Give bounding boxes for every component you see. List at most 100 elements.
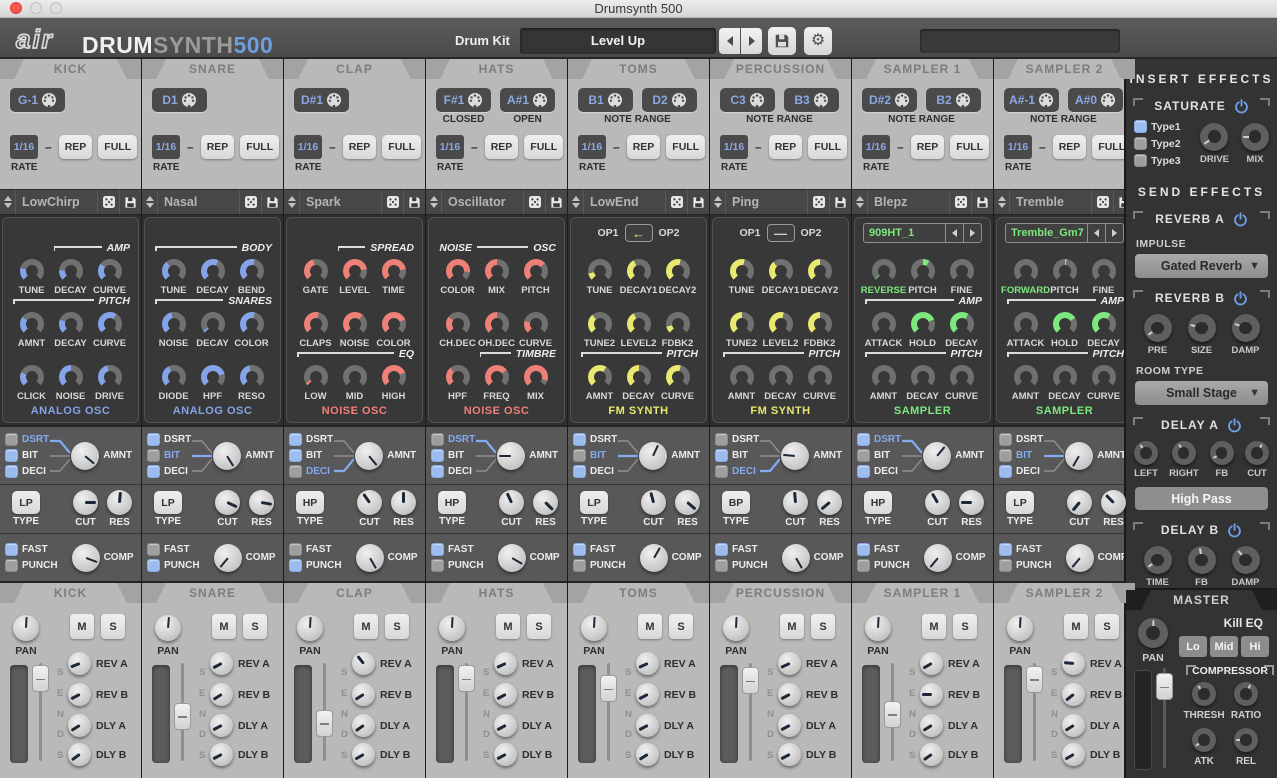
comp-knob[interactable] <box>498 544 526 572</box>
repeat-button[interactable]: REP <box>485 135 519 159</box>
punch-checkbox[interactable] <box>573 559 586 572</box>
full-button[interactable]: FULL <box>950 135 989 159</box>
deci-checkbox[interactable] <box>999 465 1012 478</box>
preset-name[interactable]: Spark <box>300 195 381 209</box>
send-reverb-b-knob[interactable] <box>778 683 801 706</box>
knob-fine[interactable] <box>950 259 974 283</box>
pan-knob[interactable] <box>865 615 891 641</box>
knob-hold[interactable] <box>911 312 935 336</box>
sample-prev-button[interactable] <box>1087 224 1105 242</box>
send-delay-a-knob[interactable] <box>1062 714 1085 737</box>
solo-button[interactable]: S <box>1095 614 1119 639</box>
filter-resonance-knob[interactable] <box>1101 490 1126 515</box>
knob-color[interactable] <box>446 259 470 283</box>
deci-checkbox[interactable] <box>147 465 160 478</box>
send-reverb-a-knob[interactable] <box>494 652 517 675</box>
send-delay-b-knob[interactable] <box>494 743 517 766</box>
preset-name[interactable]: LowChirp <box>16 195 97 209</box>
op-routing-button[interactable]: ← <box>625 224 653 242</box>
filter-cutoff-knob[interactable] <box>1067 490 1092 515</box>
knob-curve[interactable] <box>950 365 974 389</box>
repeat-button[interactable]: REP <box>1053 135 1087 159</box>
knob-decay[interactable] <box>59 259 83 283</box>
send-delay-a-knob[interactable] <box>210 714 233 737</box>
randomize-button[interactable] <box>97 190 119 214</box>
repeat-button[interactable]: REP <box>627 135 661 159</box>
rate-value-box[interactable]: 1/16 <box>152 135 180 159</box>
master-fader-handle[interactable] <box>1156 673 1173 700</box>
rate-value-box[interactable]: 1/16 <box>294 135 322 159</box>
comp-knob[interactable] <box>214 544 242 572</box>
settings-button[interactable]: ⚙ <box>804 27 832 55</box>
save-preset-button[interactable] <box>261 190 283 214</box>
knob-level[interactable] <box>343 259 367 283</box>
deci-checkbox[interactable] <box>5 465 18 478</box>
dsrt-checkbox[interactable] <box>999 433 1012 446</box>
send-reverb-b-knob[interactable] <box>68 683 91 706</box>
preset-spinner[interactable] <box>852 190 868 214</box>
save-preset-button[interactable] <box>119 190 141 214</box>
knob-decay2[interactable] <box>808 259 832 283</box>
randomize-button[interactable] <box>1091 190 1113 214</box>
deci-checkbox[interactable] <box>431 465 444 478</box>
knob-pitch[interactable] <box>1053 259 1077 283</box>
full-button[interactable]: FULL <box>808 135 847 159</box>
knob-noise[interactable] <box>343 312 367 336</box>
filter-type-button[interactable]: LP <box>1006 491 1034 514</box>
fast-checkbox[interactable] <box>147 543 160 556</box>
send-reverb-a-knob[interactable] <box>920 652 943 675</box>
send-reverb-b-knob[interactable] <box>494 683 517 706</box>
knob-mid[interactable] <box>343 365 367 389</box>
knob-amnt[interactable] <box>20 312 44 336</box>
full-button[interactable]: FULL <box>98 135 137 159</box>
knob-tune2[interactable] <box>588 312 612 336</box>
save-preset-button[interactable] <box>403 190 425 214</box>
fast-checkbox[interactable] <box>5 543 18 556</box>
kit-next-button[interactable] <box>741 28 762 54</box>
knob-amnt[interactable] <box>588 365 612 389</box>
knob-decay[interactable] <box>627 365 651 389</box>
knob-hpf[interactable] <box>446 365 470 389</box>
mute-button[interactable]: M <box>212 614 236 639</box>
knob-decay[interactable] <box>1053 365 1077 389</box>
filter-cutoff-knob[interactable] <box>641 490 666 515</box>
filter-type-button[interactable]: HP <box>296 491 324 514</box>
knob-curve[interactable] <box>666 365 690 389</box>
knob-decay[interactable] <box>769 365 793 389</box>
fast-checkbox[interactable] <box>431 543 444 556</box>
comp-knob[interactable] <box>924 544 952 572</box>
comp-release-knob[interactable] <box>1234 728 1258 752</box>
repeat-button[interactable]: REP <box>201 135 235 159</box>
note-assign-button[interactable]: D1 <box>152 88 207 112</box>
knob-attack[interactable] <box>872 312 896 336</box>
repeat-button[interactable]: REP <box>59 135 93 159</box>
punch-checkbox[interactable] <box>857 559 870 572</box>
knob-time[interactable] <box>382 259 406 283</box>
randomize-button[interactable] <box>381 190 403 214</box>
bit-checkbox[interactable] <box>431 449 444 462</box>
preset-spinner[interactable] <box>142 190 158 214</box>
crush-amount-knob[interactable] <box>781 442 809 470</box>
delay-left-knob[interactable] <box>1134 441 1158 465</box>
mute-button[interactable]: M <box>354 614 378 639</box>
filter-type-button[interactable]: BP <box>722 491 750 514</box>
delay-b-time-knob[interactable] <box>1144 546 1172 574</box>
filter-cutoff-knob[interactable] <box>73 490 98 515</box>
filter-resonance-knob[interactable] <box>959 490 984 515</box>
dsrt-checkbox[interactable] <box>5 433 18 446</box>
send-reverb-a-knob[interactable] <box>1062 652 1085 675</box>
send-reverb-b-knob[interactable] <box>636 683 659 706</box>
punch-checkbox[interactable] <box>431 559 444 572</box>
knob-tune[interactable] <box>730 259 754 283</box>
deci-checkbox[interactable] <box>573 465 586 478</box>
solo-button[interactable]: S <box>953 614 977 639</box>
knob-bend[interactable] <box>240 259 264 283</box>
fader-handle[interactable] <box>600 675 617 702</box>
comp-knob[interactable] <box>782 544 810 572</box>
rate-value-box[interactable]: 1/16 <box>10 135 38 159</box>
preset-spinner[interactable] <box>568 190 584 214</box>
preset-name[interactable]: Ping <box>726 195 807 209</box>
fader-handle[interactable] <box>316 710 333 737</box>
pan-knob[interactable] <box>1007 615 1033 641</box>
knob-tune2[interactable] <box>730 312 754 336</box>
